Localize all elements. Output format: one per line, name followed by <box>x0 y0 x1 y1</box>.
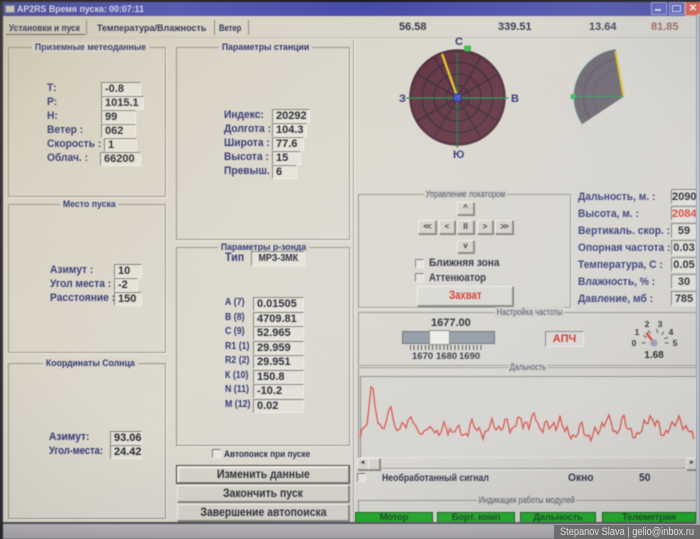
svg-text:Ю: Ю <box>453 149 464 161</box>
svg-text:5: 5 <box>673 338 678 348</box>
svg-text:1: 1 <box>635 327 640 337</box>
svg-text:З: З <box>399 93 406 105</box>
svg-text:2: 2 <box>645 319 650 329</box>
svg-text:3: 3 <box>658 319 663 329</box>
svg-text:4: 4 <box>669 327 674 337</box>
svg-text:0: 0 <box>632 338 637 348</box>
svg-text:В: В <box>511 93 519 105</box>
svg-text:С: С <box>455 36 463 48</box>
svg-text:1.68: 1.68 <box>644 350 664 361</box>
